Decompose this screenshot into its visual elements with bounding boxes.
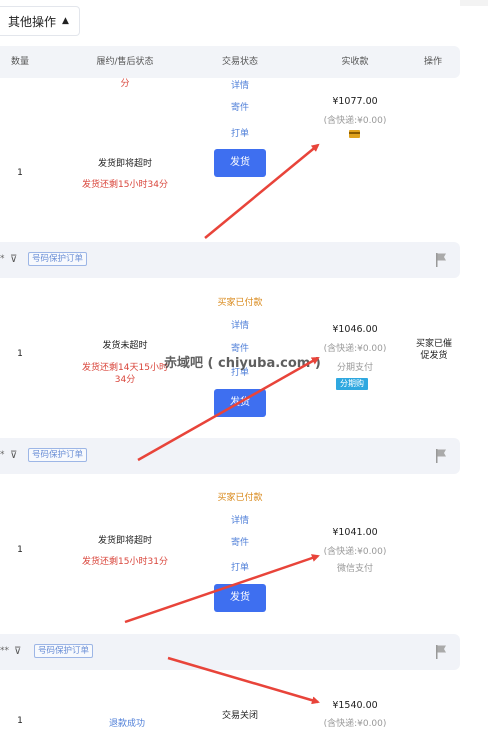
arrow-3 [124, 554, 320, 624]
arrow-2 [137, 356, 320, 462]
arrow-1 [204, 143, 320, 239]
annotation-arrows [124, 143, 320, 705]
arrow-4 [167, 656, 320, 705]
